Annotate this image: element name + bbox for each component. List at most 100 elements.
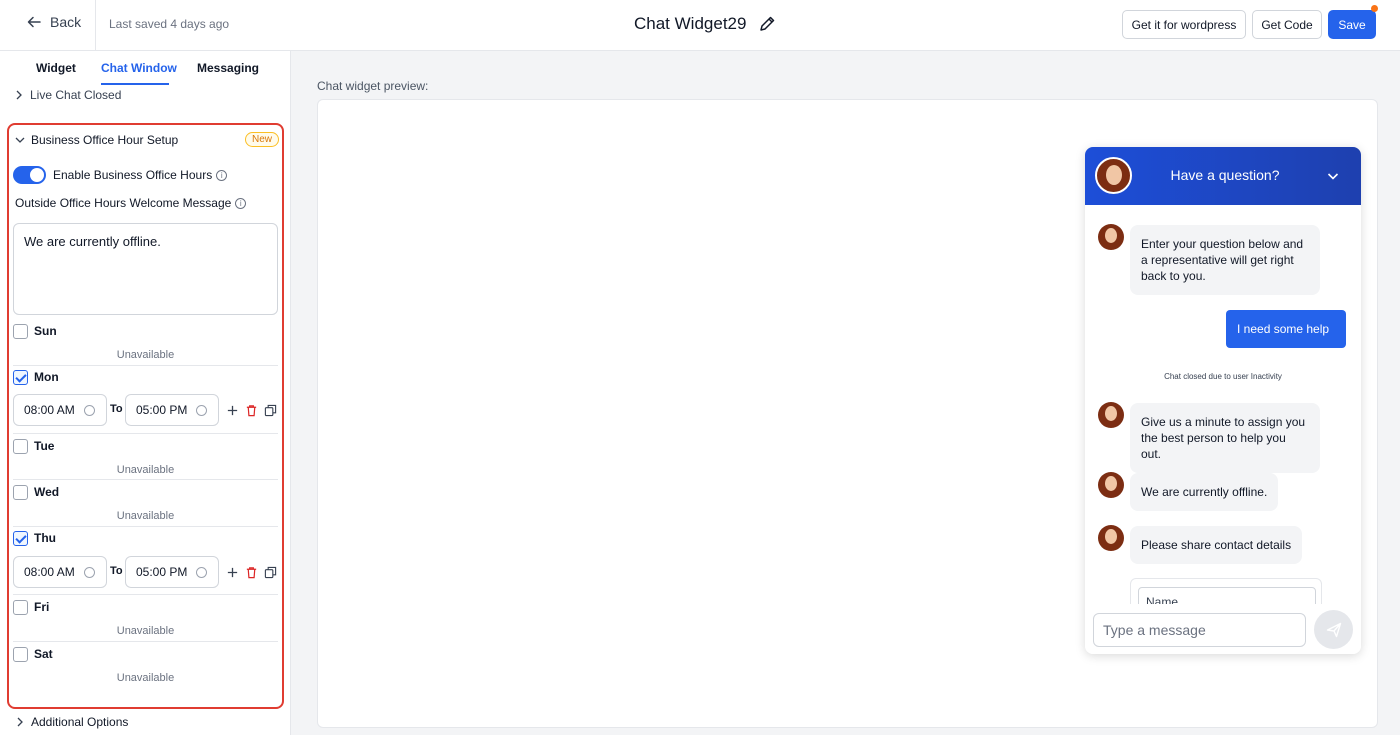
clock-icon [196,567,207,578]
divider [13,526,278,527]
widget-footer: Type a message [1085,604,1361,654]
clock-icon [84,567,95,578]
outside-hours-label: Outside Office Hours Welcome Message i [15,196,247,210]
pencil-icon[interactable] [758,15,776,33]
message-input[interactable]: Type a message [1093,613,1306,647]
widget-header-title: Have a question? [1170,167,1280,183]
day-checkbox[interactable] [13,647,28,662]
divider [13,479,278,480]
day-name: Sun [34,324,57,338]
to-label: To [110,403,123,415]
arrow-left-icon [27,16,41,28]
chevron-right-icon [16,90,22,100]
chevron-down-icon[interactable] [1326,169,1340,183]
active-tab-underline [101,83,169,85]
send-icon [1326,622,1341,637]
divider [95,0,96,51]
tab-messaging[interactable]: Messaging [197,61,259,75]
start-time-value: 08:00 AM [24,565,75,579]
agent-message: Please share contact details [1130,526,1303,564]
tab-chat-window[interactable]: Chat Window [101,61,177,75]
chevron-right-icon [17,717,23,727]
agent-message: Give us a minute to assign you the best … [1130,403,1320,473]
unsaved-indicator-dot [1371,5,1378,12]
additional-options-section[interactable]: Additional Options [15,715,128,729]
send-button[interactable] [1314,610,1353,649]
copy-icon[interactable] [263,565,277,579]
get-code-button[interactable]: Get Code [1252,10,1322,39]
to-label: To [110,565,123,577]
agent-avatar [1098,224,1124,250]
live-chat-closed-section[interactable]: Live Chat Closed [14,88,121,102]
section-label: Additional Options [31,715,129,729]
enable-business-hours-toggle[interactable] [13,166,46,184]
outside-label-text: Outside Office Hours Welcome Message [15,196,232,210]
system-message: Chat closed due to user Inactivity [1164,372,1282,381]
info-icon[interactable]: i [216,169,228,181]
day-checkbox[interactable] [13,485,28,500]
day-checkbox[interactable] [13,439,28,454]
chevron-down-icon [15,137,25,143]
day-name: Mon [34,370,59,384]
plus-icon[interactable] [225,565,239,579]
save-button[interactable]: Save [1328,10,1376,39]
chat-widget-preview: Have a question? Enter your question bel… [1085,147,1361,654]
trash-icon[interactable] [244,565,258,579]
end-time-value: 05:00 PM [136,565,188,579]
start-time-value: 08:00 AM [24,403,75,417]
day-name: Tue [34,439,55,453]
day-status: Unavailable [116,510,175,522]
day-name: Sat [34,647,53,661]
page-title: Chat Widget29 [634,14,747,33]
day-name: Thu [34,531,56,545]
back-button[interactable]: Back [26,14,81,30]
preview-label: Chat widget preview: [317,79,429,93]
divider [13,641,278,642]
tab-widget[interactable]: Widget [36,61,76,75]
copy-icon[interactable] [263,403,277,417]
day-status: Unavailable [116,349,175,361]
section-label: Live Chat Closed [30,88,122,102]
day-checkbox[interactable] [13,600,28,615]
plus-icon[interactable] [225,403,239,417]
end-time-value: 05:00 PM [136,403,188,417]
agent-avatar [1098,402,1124,428]
get-wordpress-button[interactable]: Get it for wordpress [1122,10,1246,39]
agent-avatar [1098,472,1124,498]
day-checkbox[interactable] [13,370,28,385]
agent-message: We are currently offline. [1130,473,1279,511]
agent-message: Enter your question below and a represen… [1130,225,1320,295]
day-checkbox[interactable] [13,324,28,339]
title-area: Chat Widget29 [634,14,776,34]
day-status: Unavailable [116,672,175,684]
info-icon[interactable]: i [235,197,247,209]
divider [13,365,278,366]
day-status: Unavailable [116,464,175,476]
day-name: Wed [34,485,60,499]
start-time-picker[interactable]: 08:00 AM [13,556,107,588]
new-badge: New [245,132,280,147]
agent-avatar [1095,157,1132,194]
end-time-picker[interactable]: 05:00 PM [125,394,219,426]
enable-business-hours-label: Enable Business Office Hours i [53,168,228,182]
day-status: Unavailable [116,625,175,637]
agent-avatar [1098,525,1124,551]
day-name: Fri [34,600,50,614]
start-time-picker[interactable]: 08:00 AM [13,394,107,426]
trash-icon[interactable] [244,403,258,417]
end-time-picker[interactable]: 05:00 PM [125,556,219,588]
divider [13,594,278,595]
top-bar: Back Last saved 4 days ago Chat Widget29… [0,0,1400,51]
widget-header: Have a question? [1085,147,1361,205]
clock-icon [196,405,207,416]
outside-hours-message-input[interactable]: We are currently offline. [13,223,278,315]
divider [13,433,278,434]
section-title: Business Office Hour Setup [31,133,179,147]
business-hours-section-header[interactable]: Business Office Hour Setup [15,133,178,147]
enable-label-text: Enable Business Office Hours [53,168,213,182]
day-checkbox[interactable] [13,531,28,546]
settings-tabs: Widget Chat Window Messaging [0,51,290,85]
clock-icon [84,405,95,416]
user-message: I need some help [1226,310,1346,348]
last-saved-text: Last saved 4 days ago [109,17,230,31]
